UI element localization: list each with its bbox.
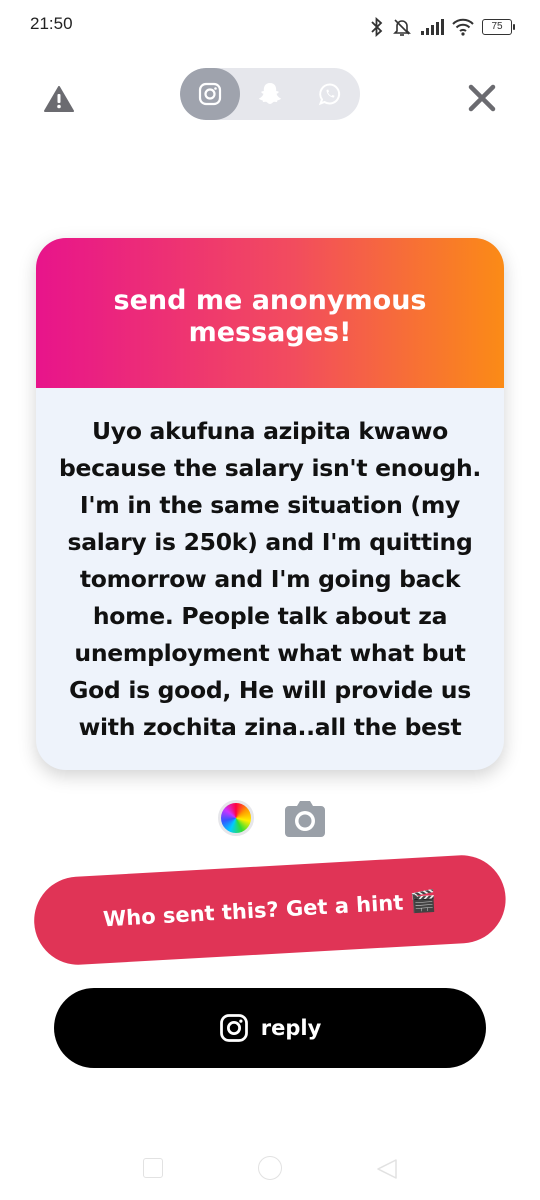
report-button[interactable]	[42, 82, 76, 116]
hint-button-label: Who sent this? Get a hint 🎬	[102, 888, 438, 931]
close-icon	[468, 84, 496, 112]
reply-button[interactable]: reply	[54, 988, 486, 1068]
whatsapp-icon	[318, 83, 341, 106]
card-title: send me anonymous messages!	[113, 285, 427, 348]
nav-home-button[interactable]	[258, 1156, 282, 1180]
tab-whatsapp[interactable]	[300, 68, 360, 120]
bluetooth-icon	[371, 17, 383, 37]
platform-toggle	[180, 68, 360, 120]
card-message: Uyo akufuna azipita kwawo because the sa…	[58, 416, 482, 741]
card-body: Uyo akufuna azipita kwawo because the sa…	[36, 388, 504, 770]
wifi-icon	[452, 18, 474, 36]
hint-button-wrap: Who sent this? Get a hint 🎬	[31, 852, 508, 971]
message-card: send me anonymous messages! Uyo akufuna …	[36, 238, 504, 770]
instagram-icon	[219, 1014, 248, 1042]
reply-button-label: reply	[260, 1016, 322, 1040]
signal-icon	[421, 19, 444, 35]
card-header: send me anonymous messages!	[36, 238, 504, 388]
back-icon	[377, 1159, 397, 1179]
bell-muted-icon	[393, 19, 411, 36]
status-icons: 75	[370, 14, 515, 40]
camera-icon	[285, 801, 325, 837]
camera-button[interactable]	[284, 798, 326, 838]
tab-snapchat[interactable]	[240, 68, 300, 120]
hint-button[interactable]: Who sent this? Get a hint 🎬	[31, 852, 508, 968]
battery-icon: 75	[482, 19, 515, 35]
color-picker-button[interactable]	[218, 800, 254, 836]
warning-icon	[44, 86, 74, 112]
instagram-icon	[198, 82, 222, 106]
tab-instagram[interactable]	[180, 68, 240, 120]
close-button[interactable]	[462, 78, 502, 118]
nav-back-button[interactable]	[376, 1158, 398, 1180]
nav-recents-button[interactable]	[143, 1158, 163, 1178]
status-time: 21:50	[30, 14, 73, 33]
snapchat-icon	[259, 83, 281, 104]
